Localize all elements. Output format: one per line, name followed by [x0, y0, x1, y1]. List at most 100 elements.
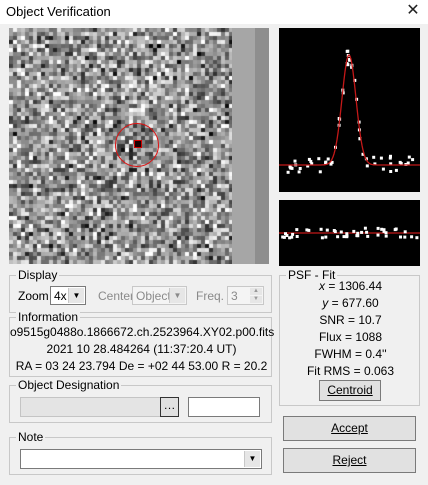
image-margin [255, 28, 269, 264]
zoom-label: Zoom [18, 289, 49, 303]
residual-point [399, 235, 402, 239]
psf-x-line: x = 1306.44 [280, 279, 421, 293]
chevron-down-icon: ▼ [244, 451, 260, 467]
psf-sample-point [309, 159, 313, 163]
psf-profile-plot [279, 28, 420, 192]
information-group: Information o9515g0488o.1866672.ch.25239… [9, 310, 275, 377]
psf-x-value: = 1306.44 [328, 279, 383, 293]
residual-point [403, 235, 407, 239]
fits-filename: o9515g0488o.1866672.ch.2523964.XY02.p00.… [10, 325, 275, 339]
psf-sample-point [293, 159, 297, 163]
residual-point [295, 228, 299, 232]
psf-fit-rms: Fit RMS = 0.063 [306, 364, 395, 378]
residual-point [376, 233, 380, 237]
psf-sample-point [388, 156, 392, 160]
residual-point [288, 236, 292, 240]
residual-point [336, 235, 340, 239]
zoom-select[interactable]: 4x ▼ [50, 286, 86, 305]
zoom-value: 4x [54, 289, 67, 303]
close-icon[interactable]: ✕ [398, 0, 428, 24]
reject-button[interactable]: Reject [283, 448, 416, 473]
residual-point [342, 235, 346, 239]
psf-fit-group: PSF - Fit x = 1306.44 y = 677.60 SNR = 1… [279, 268, 421, 406]
accept-button[interactable]: Accept [283, 416, 416, 441]
psf-sample-point [345, 49, 349, 53]
freq-spinner[interactable]: 3 ▲ ▼ [227, 286, 264, 305]
object-coordinates: RA = 03 24 23.794 De = +02 44 53.00 R = … [15, 359, 268, 373]
residual-point [281, 235, 285, 239]
freq-label: Freq. [196, 289, 225, 303]
residual-point [356, 231, 360, 235]
psf-fit-curve [279, 54, 420, 166]
psf-sample-point [318, 170, 322, 174]
window-title: Object Verification [6, 4, 111, 19]
psf-sample-point [394, 168, 398, 172]
note-select[interactable]: ▼ [20, 449, 262, 469]
residual-point [376, 226, 380, 230]
residual-point [345, 235, 349, 239]
freq-value: 3 [231, 289, 238, 303]
psf-sample-point [286, 170, 290, 174]
psf-residual-plot [279, 200, 420, 266]
psf-sample-point [407, 155, 411, 159]
centroid-button-label: Centroid [327, 383, 373, 397]
psf-sample-point [381, 167, 385, 171]
residual-point [363, 226, 367, 230]
designation-group: Object Designation … [9, 378, 272, 423]
title-bar: Object Verification ✕ [0, 0, 428, 25]
designation-field[interactable] [20, 397, 163, 417]
psf-sample-point [297, 170, 301, 174]
psf-sample-point [372, 155, 376, 159]
display-group-label: Display [16, 268, 60, 282]
residual-point [339, 230, 343, 234]
residual-point [320, 236, 324, 240]
display-group: Display Zoom 4x ▼ Center Object ▼ Freq. … [9, 268, 272, 313]
psf-x-key: x [318, 279, 325, 293]
residual-point [352, 229, 356, 233]
residual-point [403, 230, 407, 234]
psf-y-key: y [322, 296, 329, 310]
psf-sample-point [324, 160, 328, 164]
center-label: Center [98, 289, 135, 303]
chevron-down-icon: ▼ [169, 288, 185, 303]
centroid-button[interactable]: Centroid [319, 380, 381, 401]
residual-point [366, 234, 370, 238]
chevron-down-icon: ▼ [68, 288, 84, 303]
designation-group-label: Object Designation [16, 378, 122, 392]
center-value: Object [136, 289, 171, 303]
residual-point [384, 234, 388, 238]
residual-point [324, 235, 328, 239]
spin-down-icon[interactable]: ▼ [250, 296, 262, 303]
accept-button-label: Accept [331, 421, 368, 435]
psf-y-line: y = 677.60 [280, 296, 421, 310]
browse-button[interactable]: … [160, 397, 179, 417]
center-select[interactable]: Object ▼ [132, 286, 187, 305]
residual-point [332, 229, 336, 232]
information-group-label: Information [16, 310, 81, 324]
designation-code-field[interactable] [188, 397, 260, 417]
residual-plot-svg [279, 226, 420, 240]
image-edge-strip [232, 28, 255, 264]
observation-datetime: 2021 10 28.484264 (11:37:20.4 UT) [46, 342, 237, 356]
psf-fwhm: FWHM = 0.4'' [314, 347, 387, 361]
residual-point [319, 227, 323, 231]
residual-point [307, 228, 311, 232]
residual-point [415, 236, 419, 240]
spin-up-icon[interactable]: ▲ [250, 288, 262, 295]
psf-sample-point [365, 164, 369, 168]
residual-point [295, 235, 299, 238]
psf-snr: SNR = 10.7 [319, 313, 382, 327]
psf-sample-point [290, 166, 294, 170]
psf-y-value: = 677.60 [331, 296, 379, 310]
reject-button-label: Reject [332, 453, 367, 467]
object-image-panel[interactable] [9, 28, 269, 264]
psf-sample-point [298, 167, 302, 170]
residual-point [284, 232, 287, 236]
residual-point [325, 228, 329, 232]
psf-sample-point [326, 157, 330, 161]
psf-sample-point [389, 170, 393, 173]
note-group-label: Note [16, 430, 46, 444]
residual-point [410, 235, 414, 239]
target-object [134, 140, 142, 148]
residual-point [382, 229, 386, 233]
